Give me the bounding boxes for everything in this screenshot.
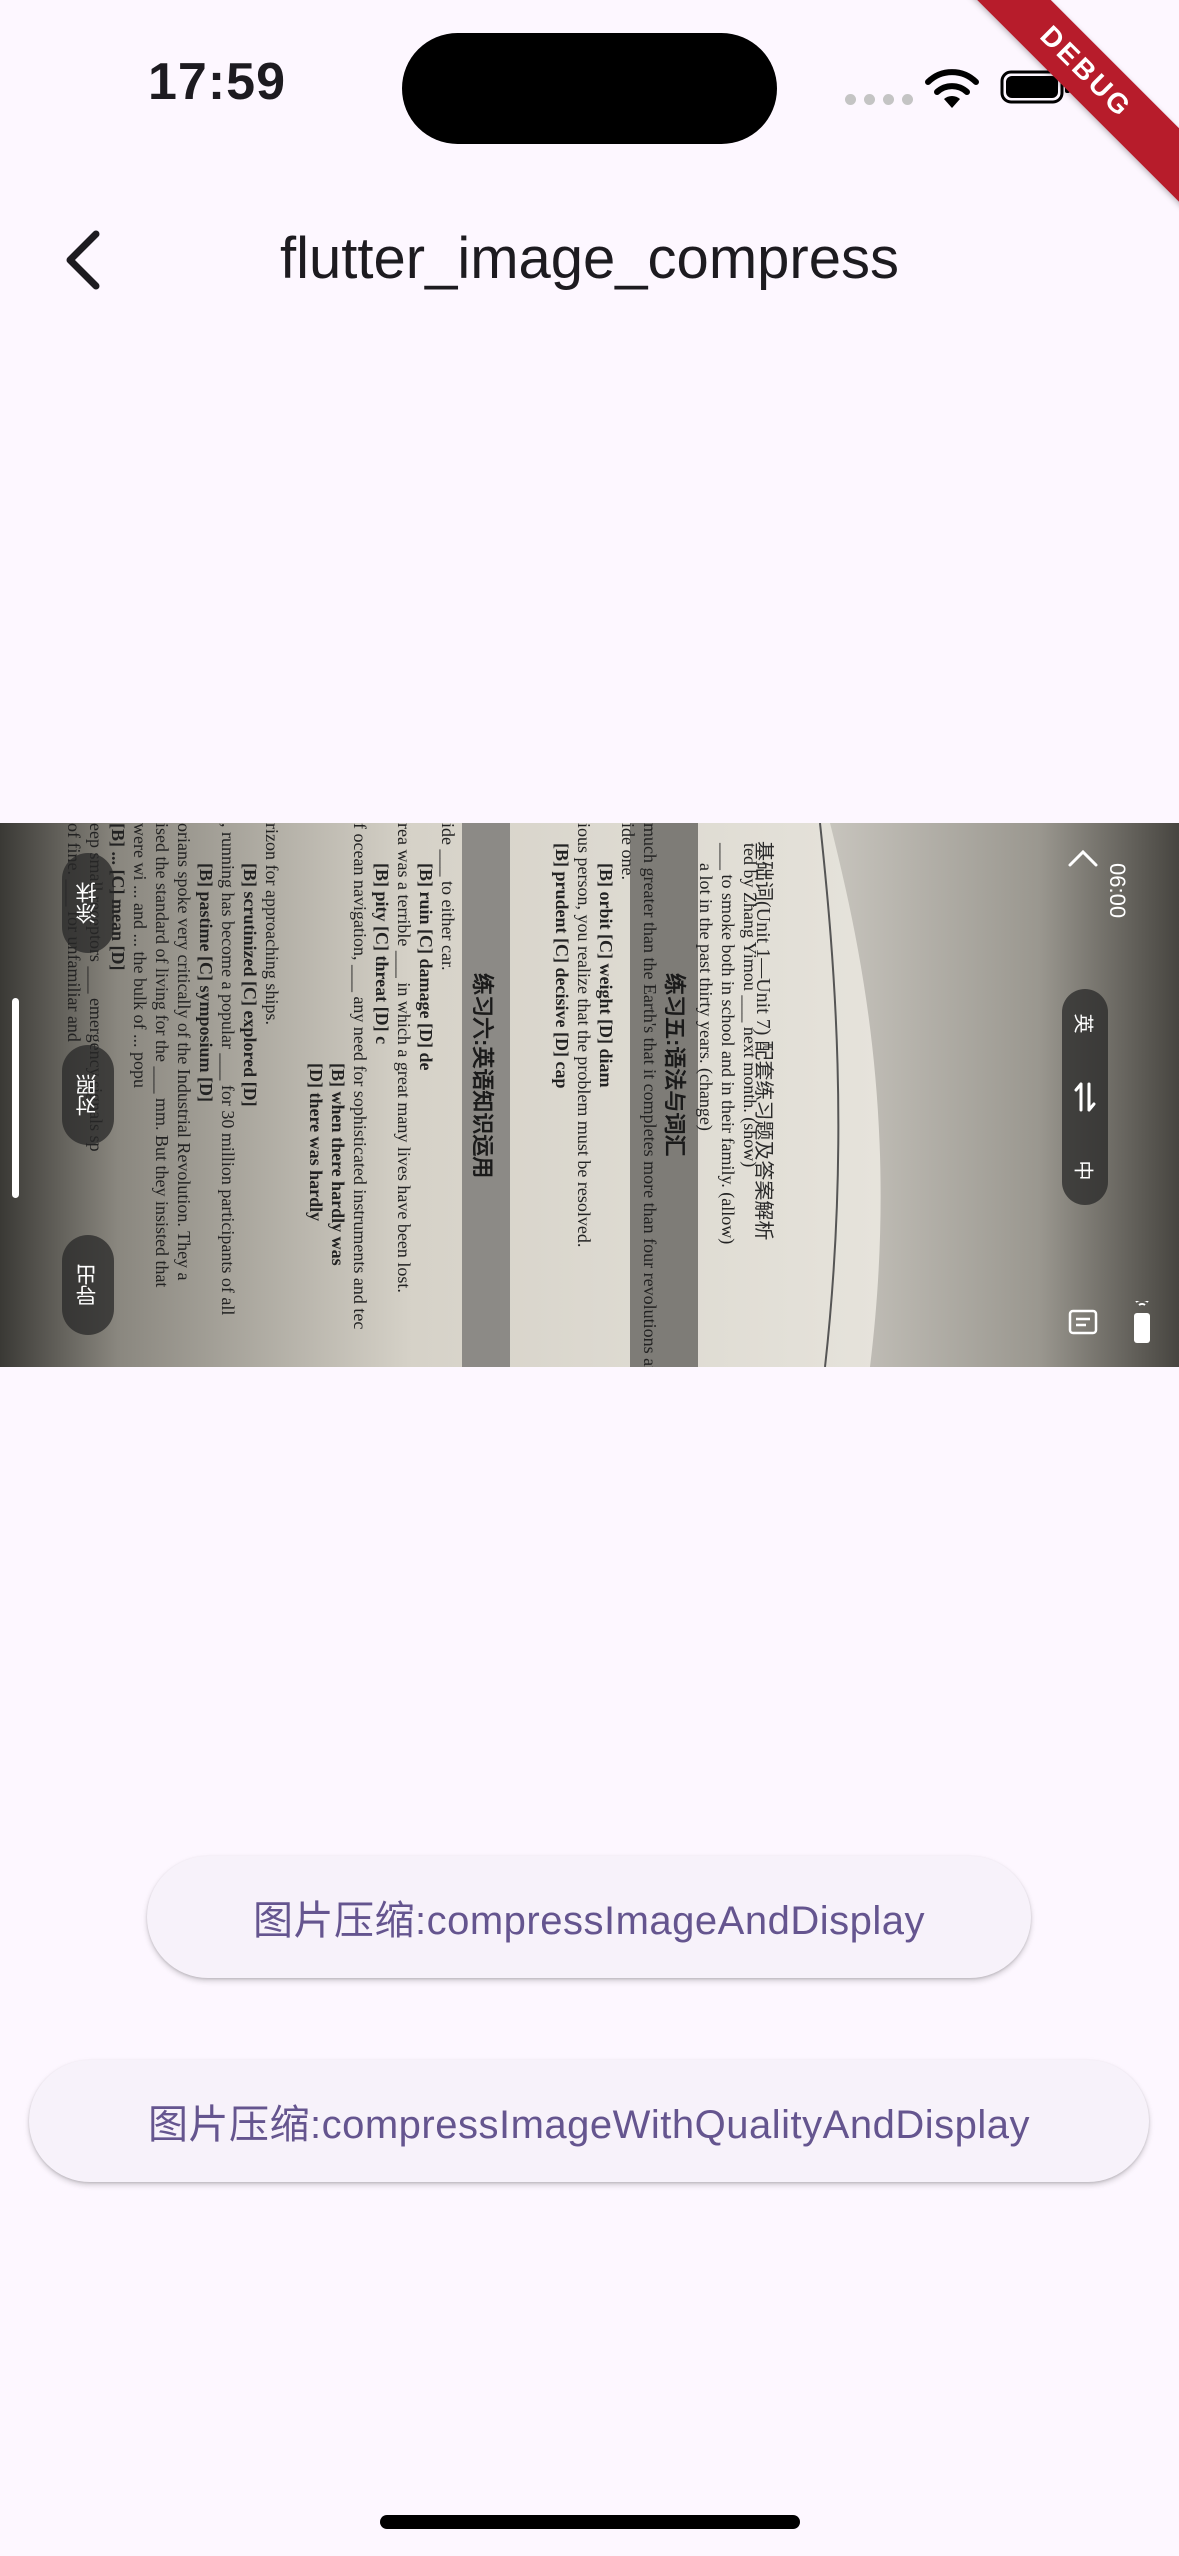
page-line: [B] ruin [C] damage [D] de <box>416 863 436 1071</box>
language-english-label: 英 <box>1071 1013 1094 1034</box>
page-line: ted by Zhang Yimou ___ next month. (show… <box>740 843 760 1168</box>
swap-arrows-icon <box>1074 1082 1096 1112</box>
page-line: rea was a terrible ___ in which a great … <box>394 823 414 1293</box>
phone-battery-icon <box>1134 1301 1150 1343</box>
page-line: ___ to smoke both in school and in their… <box>718 843 738 1245</box>
page-line: [B] orbit [C] weight [D] diam <box>596 863 616 1088</box>
page-line: f ocean navigation, ___ any need for sop… <box>350 823 370 1330</box>
wifi-icon <box>925 69 979 108</box>
page-line: [B] scrutinized [C] explored [D] <box>240 863 260 1107</box>
image-overlay-time: 06:00 <box>1105 863 1130 919</box>
page-line: ide ___ to either car. <box>438 823 458 971</box>
chevron-up-icon <box>1068 849 1098 867</box>
section-five-title: 练习五:语法与词汇 <box>662 973 687 1157</box>
edge-handle <box>12 998 19 1198</box>
smear-tool-button: 涂抹 <box>62 853 114 953</box>
compress-image-with-quality-and-display-button[interactable]: 图片压缩:compressImageWithQualityAndDisplay <box>29 2060 1149 2182</box>
page-line: [B] when there hardly was <box>328 1063 348 1266</box>
language-switch-pill: 英 中 <box>1062 989 1108 1205</box>
page-line: [B] pity [C] threat [D] c <box>372 863 392 1045</box>
home-indicator[interactable] <box>380 2515 800 2529</box>
page-line: ide one. <box>618 823 638 880</box>
page-line: [D] there was hardly <box>306 1063 326 1222</box>
page-line: much greater than the Earth's that it co… <box>640 823 660 1367</box>
export-tool-button: 导出 <box>62 1235 114 1335</box>
page-line: ious person, you realize that the proble… <box>574 823 594 1248</box>
page-line: ised the standard of living for the ___ … <box>152 823 172 1288</box>
page-line: were wi ... and ... the bulk of ... popu <box>130 823 150 1088</box>
compare-tool-button: 对照 <box>62 1045 114 1145</box>
status-time: 17:59 <box>148 53 286 111</box>
language-chinese-label: 中 <box>1071 1160 1094 1181</box>
document-icon <box>1068 1309 1098 1335</box>
compressed-image: 基础词(Unit 1—Unit 7) 配套练习题及答案解析 练习五:语法与词汇 … <box>0 823 1179 1367</box>
page-line: rizon for approaching ships. <box>262 823 282 1025</box>
page-line: , running has become a popular ___ for 3… <box>218 823 238 1316</box>
page-line: a lot in the past thirty years. (change) <box>696 863 716 1131</box>
page-line: [B] pastime [C] symposium [D] <box>196 863 216 1102</box>
page-line: orians spoke very critically of the Indu… <box>174 823 194 1281</box>
compress-image-and-display-button[interactable]: 图片压缩:compressImageAndDisplay <box>147 1856 1031 1978</box>
cellular-signal-icon <box>845 94 913 105</box>
page-line: [B] prudent [C] decisive [D] cap <box>552 843 572 1089</box>
dynamic-island <box>402 33 777 144</box>
section-six-title: 练习六:英语知识运用 <box>470 973 495 1179</box>
app-bar-title: flutter_image_compress <box>280 226 899 291</box>
